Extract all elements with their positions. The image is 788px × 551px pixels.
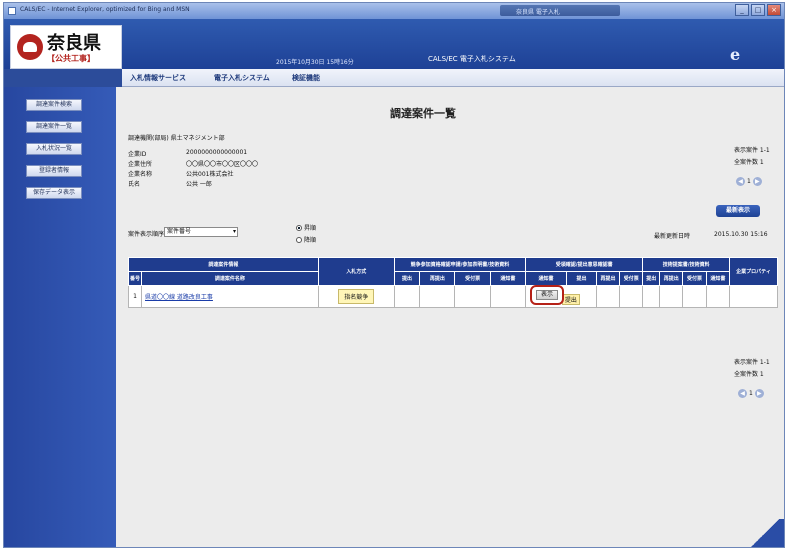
th-sub-9: 提出 — [642, 271, 661, 286]
sidebar-item-registrant[interactable]: 登録者情報 — [26, 165, 82, 177]
top-menu: 入札情報サービス 電子入札システム 検証機能 — [122, 69, 784, 87]
total-count-bottom: 全案件数 1 — [734, 371, 764, 378]
table-row: 1 県道〇〇線 道路改良工事 指名競争 表示 提出 — [127, 285, 778, 308]
total-count-top: 全案件数 1 — [734, 159, 764, 166]
header-datetime: 2015年10月30日 15時16分 — [276, 59, 354, 66]
next-page-button[interactable]: ▶ — [752, 177, 762, 186]
title-bar: CALS/EC - Internet Explorer, optimized f… — [4, 3, 784, 19]
company-id-value: 2000000000000001 — [186, 149, 248, 156]
radio-dot-icon — [296, 225, 302, 231]
show-button-label: 表示 — [535, 290, 558, 300]
sidebar-item-bid-status[interactable]: 入札状況一覧 — [26, 143, 82, 155]
header-system-name: CALS/EC 電子入札システム — [428, 55, 516, 63]
person-name-value: 公共 一郎 — [186, 181, 212, 188]
sidebar: 調達案件検索 調達案件一覧 入札状況一覧 登録者情報 保存データ表示 — [4, 87, 116, 547]
refresh-button[interactable]: 最新表示 — [716, 205, 760, 217]
th-number: 番号 — [127, 271, 143, 286]
logo-subtitle: 【公共工事】 — [47, 54, 95, 63]
company-address-value: 〇〇県〇〇市〇〇区〇〇〇 — [186, 161, 259, 168]
last-update-value: 2015.10.30 15:16 — [714, 231, 768, 238]
th-sub-8: 受付票 — [619, 271, 644, 286]
bid-method-badge: 指名競争 — [338, 289, 375, 304]
browser-window: CALS/EC - Internet Explorer, optimized f… — [3, 2, 785, 548]
th-sub-3: 受付票 — [454, 271, 491, 286]
th-company-property: 企業プロパティ — [729, 257, 778, 286]
next-page-button-bottom[interactable]: ▶ — [754, 389, 764, 398]
th-sub-1: 提出 — [393, 271, 421, 286]
th-sub-2: 再提出 — [419, 271, 456, 286]
corner-decoration — [744, 519, 784, 547]
display-range-bottom: 表示案件 1-1 — [734, 359, 770, 366]
sort-label: 案件表示順序 — [128, 231, 165, 238]
display-range-top: 表示案件 1-1 — [734, 147, 770, 154]
case-name-link[interactable]: 県道〇〇線 道路改良工事 — [145, 294, 213, 301]
th-sub-11: 受付票 — [682, 271, 707, 286]
radio-descending[interactable]: 降順 — [296, 235, 316, 244]
current-page-bottom: 1 — [749, 390, 753, 397]
ie-logo-icon: e — [730, 45, 741, 64]
th-case-info: 調達案件情報 — [128, 257, 319, 272]
company-id-label: 企業ID — [128, 151, 147, 158]
org-label: 調達機関(部局) 県土マネジメント部 — [128, 135, 225, 142]
main-content: 調達案件一覧 調達機関(部局) 県土マネジメント部 企業ID 200000000… — [116, 87, 784, 547]
taskbar-item-label: 奈良県 電子入札 — [516, 9, 560, 16]
radio-ascending-label: 昇順 — [304, 225, 317, 232]
sort-select[interactable]: 案件番号 — [164, 227, 238, 237]
th-group-participation: 競争参加資格確認申請/参加表明書/技術資料 — [393, 257, 526, 272]
th-group-receipt: 受領確認/提出意思確認書 — [524, 257, 644, 272]
th-case-name: 調達案件名称 — [141, 271, 319, 286]
app-icon — [8, 7, 16, 15]
prev-page-button[interactable]: ◀ — [736, 177, 745, 186]
sidebar-item-case-search[interactable]: 調達案件検索 — [26, 99, 82, 111]
close-button[interactable]: × — [767, 4, 781, 16]
page-title: 調達案件一覧 — [390, 107, 456, 120]
pagination-bottom: ◀ 1 ▶ — [738, 389, 764, 398]
menu-verification[interactable]: 検証機能 — [292, 73, 320, 83]
company-address-label: 企業住所 — [128, 161, 153, 168]
case-table: 調達案件情報 入札方式 競争参加資格確認申請/参加表明書/技術資料 受領確認/提… — [127, 257, 778, 308]
maximize-button[interactable]: □ — [751, 4, 765, 16]
row-number: 1 — [127, 285, 143, 308]
prefecture-name: 奈良県 — [47, 33, 101, 54]
sidebar-item-case-list[interactable]: 調達案件一覧 — [26, 121, 82, 133]
current-page: 1 — [747, 178, 751, 185]
company-name-value: 公共001株式会社 — [186, 171, 234, 178]
show-button[interactable]: 表示 — [529, 285, 564, 305]
company-name-label: 企業名称 — [128, 171, 153, 178]
last-update-label: 最新更新日時 — [654, 233, 691, 240]
th-sub-7: 再提出 — [595, 271, 621, 286]
submit-button[interactable]: 提出 — [561, 294, 580, 305]
th-sub-10: 再提出 — [659, 271, 684, 286]
minimize-button[interactable]: _ — [735, 4, 749, 16]
menu-e-bidding-system[interactable]: 電子入札システム — [214, 73, 270, 83]
th-bid-method: 入札方式 — [317, 257, 395, 286]
deer-emblem-icon — [17, 34, 43, 60]
radio-descending-label: 降順 — [304, 237, 317, 244]
prev-page-button-bottom[interactable]: ◀ — [738, 389, 747, 398]
th-sub-5: 通知書 — [524, 271, 568, 286]
prefecture-logo: 奈良県 【公共工事】 — [10, 25, 122, 69]
taskbar-item[interactable]: 奈良県 電子入札 — [500, 5, 620, 16]
th-sub-4: 通知書 — [489, 271, 526, 286]
th-group-technical: 技術提案書/技術資料 — [642, 257, 730, 272]
menu-bid-info-service[interactable]: 入札情報サービス — [130, 73, 186, 83]
pagination-top: ◀ 1 ▶ — [736, 177, 762, 186]
window-title: CALS/EC - Internet Explorer, optimized f… — [20, 6, 190, 13]
th-sub-6: 提出 — [566, 271, 597, 286]
radio-ascending[interactable]: 昇順 — [296, 223, 316, 232]
th-sub-12: 通知書 — [705, 271, 731, 286]
sidebar-item-saved-data[interactable]: 保存データ表示 — [26, 187, 82, 199]
radio-dot-icon — [296, 237, 302, 243]
person-name-label: 氏名 — [128, 181, 141, 188]
